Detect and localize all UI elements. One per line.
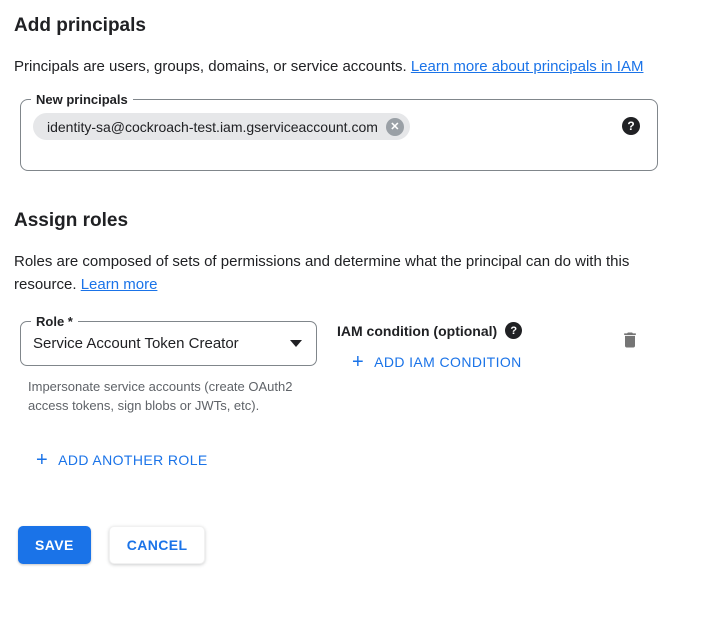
role-column: Role * Service Account Token Creator Imp… — [20, 321, 317, 415]
new-principals-help-icon[interactable]: ? — [622, 117, 640, 135]
role-row: Role * Service Account Token Creator Imp… — [20, 321, 713, 415]
add-iam-condition-button[interactable]: + ADD IAM CONDITION — [352, 353, 522, 371]
delete-role-button[interactable] — [618, 327, 642, 356]
add-iam-condition-label: ADD IAM CONDITION — [374, 354, 522, 370]
role-label: Role * — [31, 313, 78, 330]
plus-icon: + — [36, 451, 48, 469]
add-another-role-label: ADD ANOTHER ROLE — [58, 452, 208, 468]
chip-remove-icon[interactable]: ✕ — [386, 118, 404, 136]
principal-chip-text: identity-sa@cockroach-test.iam.gservicea… — [47, 119, 378, 135]
save-button[interactable]: SAVE — [18, 526, 91, 564]
add-principals-panel: Add principals Principals are users, gro… — [0, 0, 713, 564]
principal-chip: identity-sa@cockroach-test.iam.gservicea… — [33, 113, 410, 140]
roles-description: Roles are composed of sets of permission… — [14, 250, 632, 296]
iam-condition-label-row: IAM condition (optional) ? — [337, 322, 522, 339]
add-another-role-button[interactable]: + ADD ANOTHER ROLE — [36, 451, 208, 469]
plus-icon: + — [352, 353, 364, 371]
assign-roles-title: Assign roles — [14, 209, 699, 232]
new-principals-label: New principals — [31, 91, 133, 108]
dialog-actions: SAVE CANCEL — [18, 526, 713, 564]
principals-description: Principals are users, groups, domains, o… — [14, 54, 664, 79]
iam-condition-column: IAM condition (optional) ? + ADD IAM CON… — [337, 321, 522, 373]
learn-more-roles-link[interactable]: Learn more — [81, 276, 158, 293]
role-selected-value: Service Account Token Creator — [33, 335, 239, 352]
cancel-button[interactable]: CANCEL — [109, 526, 206, 564]
iam-condition-label: IAM condition (optional) — [337, 323, 497, 339]
chevron-down-icon — [290, 340, 302, 347]
new-principals-field[interactable]: New principals identity-sa@cockroach-tes… — [20, 99, 658, 171]
role-select[interactable]: Role * Service Account Token Creator — [20, 321, 317, 366]
role-helper-text: Impersonate service accounts (create OAu… — [28, 377, 316, 415]
learn-more-principals-link[interactable]: Learn more about principals in IAM — [411, 58, 644, 75]
principals-description-text: Principals are users, groups, domains, o… — [14, 58, 411, 75]
iam-condition-help-icon[interactable]: ? — [505, 322, 522, 339]
trash-icon — [620, 329, 640, 351]
page-title: Add principals — [14, 14, 699, 37]
